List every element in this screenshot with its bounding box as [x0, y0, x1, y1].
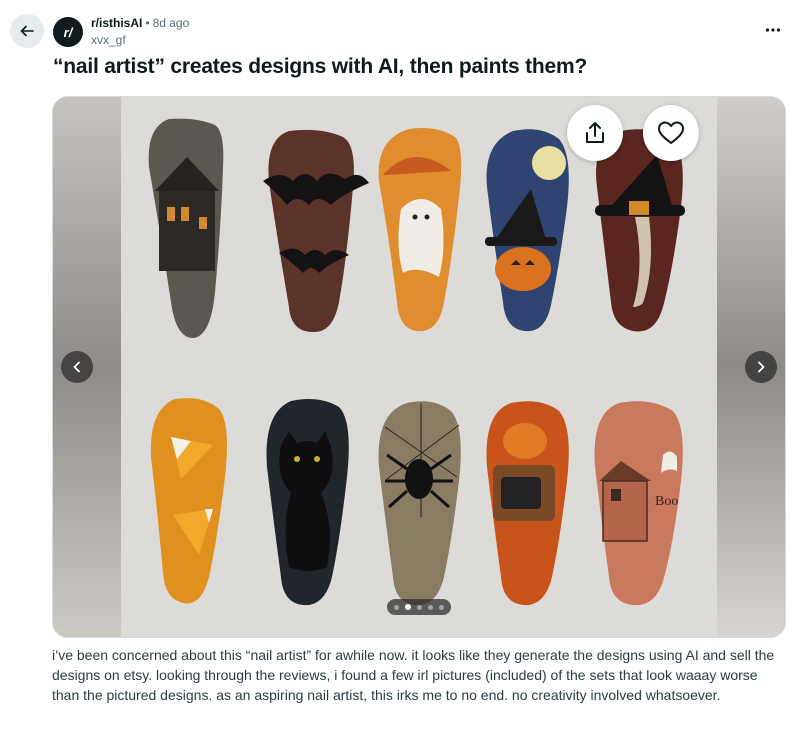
pagination-dot[interactable]	[417, 604, 422, 610]
post-time: 8d ago	[152, 16, 190, 30]
previous-image-button[interactable]	[61, 351, 93, 383]
more-options-button[interactable]	[763, 20, 783, 40]
gallery-image[interactable]: Boo	[121, 97, 717, 637]
next-image-button[interactable]	[745, 351, 777, 383]
chevron-right-icon	[758, 361, 765, 373]
post-body: i’ve been concerned about this “nail art…	[52, 647, 775, 703]
subreddit-name[interactable]: r/isthisAI	[91, 16, 142, 30]
pagination-dot[interactable]	[428, 604, 433, 610]
subreddit-avatar[interactable]: r/	[53, 17, 83, 47]
share-button[interactable]	[567, 105, 623, 161]
back-button[interactable]	[10, 14, 44, 48]
post-title[interactable]: “nail artist” creates designs with AI, t…	[53, 55, 587, 79]
image-gallery[interactable]: Boo	[52, 96, 786, 638]
pagination-dot[interactable]	[394, 604, 399, 610]
gallery-pagination	[387, 599, 451, 615]
author-name[interactable]: xvx_gf	[91, 33, 126, 47]
chevron-left-icon	[73, 361, 80, 373]
pagination-dot[interactable]	[439, 604, 444, 610]
post-meta: r/isthisAI • 8d ago	[91, 16, 189, 30]
share-icon	[586, 122, 604, 143]
boo-text: Boo	[655, 494, 678, 509]
arrow-left-icon	[20, 25, 34, 37]
meta-separator: •	[145, 16, 150, 30]
like-button[interactable]	[643, 105, 699, 161]
heart-icon	[658, 121, 684, 144]
more-horizontal-icon	[765, 28, 781, 32]
pagination-dot[interactable]	[405, 604, 411, 610]
